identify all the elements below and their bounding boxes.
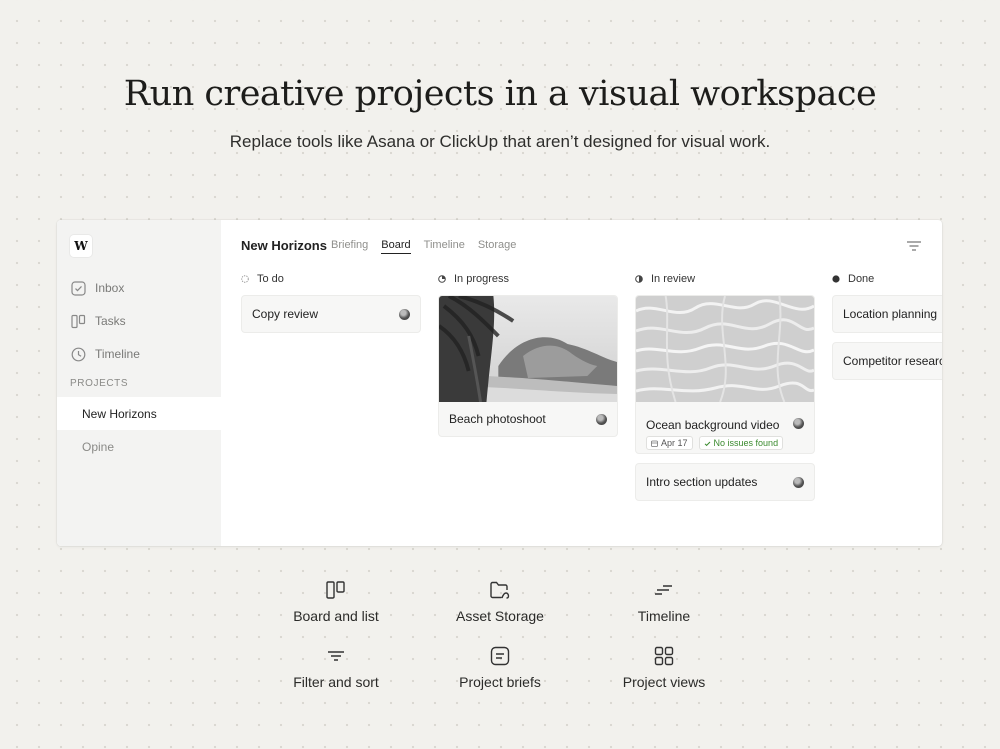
- card-title: Intro section updates: [646, 475, 758, 489]
- filter-button[interactable]: [906, 239, 922, 253]
- task-card[interactable]: Competitor research: [832, 342, 942, 380]
- board-column-in-progress: In progress Beach photoshoot: [438, 272, 618, 437]
- app-window: W Inbox Tasks Timeline PROJECTS New Hori…: [57, 220, 942, 546]
- brief-icon: [490, 646, 510, 666]
- partial-circle-icon: [438, 275, 446, 283]
- board-column-todo: To do Copy review: [241, 272, 421, 333]
- status-badge: No issues found: [698, 436, 784, 450]
- sidebar-item-label: Timeline: [95, 347, 140, 361]
- filter-icon: [907, 241, 921, 251]
- feature-label: Timeline: [637, 608, 691, 624]
- tab-timeline[interactable]: Timeline: [424, 239, 465, 254]
- card-title: Copy review: [252, 307, 319, 321]
- feature-asset-storage: Asset Storage: [418, 579, 582, 624]
- tab-storage[interactable]: Storage: [478, 239, 517, 254]
- column-title: In review: [651, 273, 696, 285]
- card-title: Ocean background video: [646, 418, 780, 432]
- hero-title: Run creative projects in a visual worksp…: [123, 74, 877, 114]
- water-photo: [636, 296, 814, 402]
- folder-icon: [490, 581, 510, 599]
- sidebar-item-opine[interactable]: Opine: [57, 430, 221, 463]
- hero-subtitle: Replace tools like Asana or ClickUp that…: [229, 132, 771, 151]
- board-column-done: Done Location planning Competitor resear…: [832, 272, 942, 380]
- column-title: In progress: [454, 273, 510, 285]
- task-card[interactable]: Location planning: [832, 295, 942, 333]
- column-title: To do: [257, 273, 284, 285]
- dashed-circle-icon: [241, 275, 249, 283]
- feature-label: Project briefs: [459, 674, 541, 690]
- feature-label: Board and list: [293, 608, 379, 624]
- sidebar-item-timeline[interactable]: Timeline: [70, 344, 140, 364]
- filter-icon: [328, 651, 344, 661]
- due-date-text: Apr 17: [661, 438, 688, 448]
- sidebar-item-label: Tasks: [95, 314, 126, 328]
- workspace-logo[interactable]: W: [70, 235, 92, 257]
- card-title: Competitor research: [843, 354, 942, 368]
- tab-board[interactable]: Board: [381, 239, 411, 254]
- feature-timeline: Timeline: [582, 579, 746, 624]
- sidebar-item-inbox[interactable]: Inbox: [70, 278, 124, 298]
- feature-label: Asset Storage: [456, 608, 544, 624]
- feature-project-briefs: Project briefs: [418, 645, 582, 690]
- feature-label: Project views: [622, 674, 706, 690]
- due-date-badge: Apr 17: [646, 436, 693, 450]
- assignee-avatar: [793, 418, 804, 429]
- column-title: Done: [848, 273, 875, 285]
- projects-section-label: PROJECTS: [70, 378, 129, 389]
- tab-briefing[interactable]: Briefing: [331, 239, 368, 254]
- sidebar: W Inbox Tasks Timeline PROJECTS New Hori…: [57, 220, 221, 546]
- task-card[interactable]: Beach photoshoot: [438, 295, 618, 437]
- view-tabs: Briefing Board Timeline Storage: [331, 239, 516, 254]
- calendar-icon: [651, 440, 658, 447]
- task-card[interactable]: Intro section updates: [635, 463, 815, 501]
- feature-project-views: Project views: [582, 645, 746, 690]
- filled-circle-icon: [832, 275, 840, 283]
- board-area: New Horizons Briefing Board Timeline Sto…: [221, 220, 942, 546]
- beach-photo: [439, 296, 617, 402]
- timeline-icon: [655, 585, 672, 595]
- sidebar-item-label: Inbox: [95, 281, 125, 295]
- board-icon: [70, 313, 86, 329]
- assignee-avatar: [399, 308, 410, 320]
- feature-filter-and-sort: Filter and sort: [254, 645, 418, 690]
- card-title: Location planning: [843, 307, 938, 321]
- board-icon: [326, 581, 345, 599]
- task-card[interactable]: Ocean background video Apr 17 No issues …: [635, 295, 815, 454]
- feature-board-and-list: Board and list: [254, 579, 418, 624]
- half-circle-icon: [635, 275, 643, 283]
- sidebar-item-new-horizons[interactable]: New Horizons: [57, 397, 221, 430]
- sidebar-item-tasks[interactable]: Tasks: [70, 311, 126, 331]
- grid-icon: [654, 646, 674, 666]
- check-icon: [704, 441, 710, 446]
- task-card[interactable]: Copy review: [241, 295, 421, 333]
- board-column-in-review: In review Ocean background video Apr 17 …: [635, 272, 815, 501]
- feature-label: Filter and sort: [293, 674, 379, 690]
- assignee-avatar: [793, 476, 804, 488]
- project-title: New Horizons: [241, 238, 327, 253]
- card-title: Beach photoshoot: [449, 412, 546, 426]
- status-text: No issues found: [713, 438, 779, 448]
- clock-icon: [70, 346, 86, 362]
- assignee-avatar: [596, 413, 607, 425]
- inbox-check-icon: [70, 280, 86, 296]
